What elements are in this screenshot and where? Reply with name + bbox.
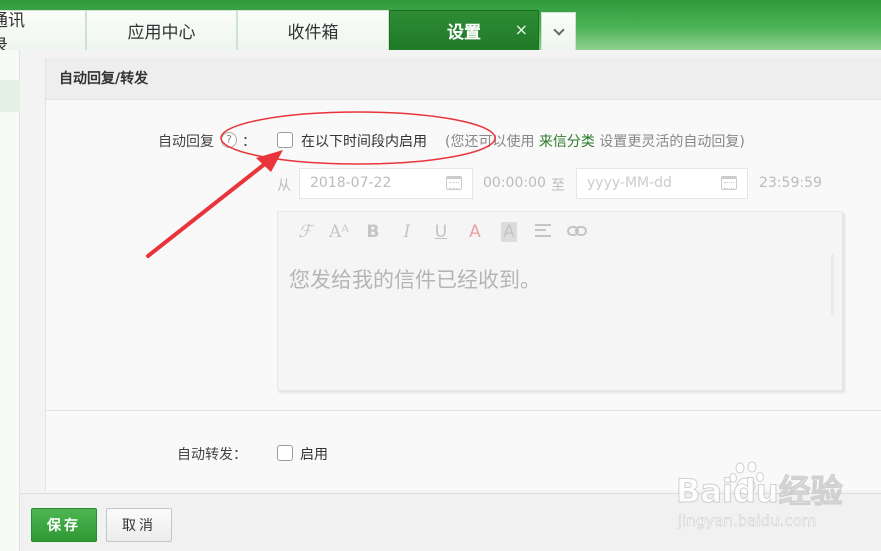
top-tab-bar: 通讯录 应用中心 收件箱 设置 × bbox=[0, 0, 881, 56]
tab-contacts[interactable]: 通讯录 bbox=[0, 10, 86, 56]
align-lines-glyph bbox=[535, 224, 551, 237]
auto-reply-hint: (您还可以使用 来信分类 设置更灵活的自动回复) bbox=[445, 131, 745, 151]
tab-more-dropdown[interactable] bbox=[541, 12, 576, 50]
background-color-icon[interactable]: A bbox=[492, 222, 526, 242]
sidebar-edge bbox=[0, 50, 20, 551]
watermark: Baidu经验 jingyan.baidu.com bbox=[676, 460, 876, 540]
watermark-url: jingyan.baidu.com bbox=[678, 512, 817, 531]
close-icon[interactable]: × bbox=[515, 20, 528, 39]
cancel-button[interactable]: 取消 bbox=[106, 508, 172, 542]
link-icon[interactable] bbox=[560, 222, 594, 242]
end-date-placeholder: yyyy-MM-dd bbox=[587, 175, 672, 191]
editor-toolbar: ℱ Aᴬ B I U A A bbox=[288, 220, 594, 244]
background-color-glyph: A bbox=[501, 222, 517, 242]
auto-forward-enable-label[interactable]: 启用 bbox=[300, 444, 328, 464]
editor-content[interactable]: 您发给我的信件已经收到。 bbox=[289, 264, 541, 294]
bold-icon[interactable]: B bbox=[356, 222, 390, 242]
tab-inbox-label: 收件箱 bbox=[287, 23, 339, 43]
auto-reply-checkbox[interactable] bbox=[277, 132, 293, 148]
end-date-input[interactable]: yyyy-MM-dd bbox=[576, 168, 748, 199]
tab-apps[interactable]: 应用中心 bbox=[86, 10, 237, 50]
font-color-icon[interactable]: A bbox=[458, 222, 492, 242]
save-button[interactable]: 保存 bbox=[31, 508, 97, 542]
end-time: 23:59:59 bbox=[759, 175, 822, 191]
start-time: 00:00:00 bbox=[483, 175, 546, 191]
help-icon[interactable]: ? bbox=[221, 132, 237, 148]
section-divider bbox=[46, 410, 881, 411]
auto-forward-label: 自动转发： bbox=[177, 447, 247, 463]
tab-apps-label: 应用中心 bbox=[127, 23, 196, 43]
hint-prefix: (您还可以使用 bbox=[445, 134, 539, 150]
start-date-value: 2018-07-22 bbox=[310, 175, 392, 191]
auto-forward-checkbox[interactable] bbox=[277, 445, 293, 461]
hint-suffix: 设置更灵活的自动回复) bbox=[594, 134, 745, 150]
mail-rules-link[interactable]: 来信分类 bbox=[539, 134, 595, 150]
tab-contacts-label: 通讯录 bbox=[0, 10, 25, 56]
watermark-logo: Baidu经验 bbox=[676, 472, 844, 511]
panel-title: 自动回复/转发 bbox=[46, 58, 881, 100]
chevron-down-icon bbox=[552, 23, 565, 36]
tab-settings-label: 设置 bbox=[447, 23, 481, 43]
auto-reply-enable-label[interactable]: 在以下时间段内启用 bbox=[301, 131, 427, 151]
sidebar-item-active[interactable] bbox=[0, 80, 20, 112]
italic-icon[interactable]: I bbox=[390, 222, 424, 242]
reply-editor[interactable]: ℱ Aᴬ B I U A A 您发给我的信件已经收到。 bbox=[277, 211, 843, 391]
calendar-icon[interactable] bbox=[721, 176, 737, 190]
tab-settings[interactable]: 设置 × bbox=[389, 10, 539, 50]
auto-reply-colon: ： bbox=[242, 134, 256, 150]
link-glyph bbox=[567, 226, 587, 236]
align-icon[interactable] bbox=[526, 222, 560, 242]
font-size-icon[interactable]: Aᴬ bbox=[322, 222, 356, 242]
calendar-icon[interactable] bbox=[446, 176, 462, 190]
to-label: 至 bbox=[551, 178, 565, 194]
start-date-input[interactable]: 2018-07-22 bbox=[299, 168, 473, 199]
font-family-icon[interactable]: ℱ bbox=[288, 222, 322, 242]
auto-reply-label: 自动回复 bbox=[158, 134, 214, 150]
underline-icon[interactable]: U bbox=[424, 222, 458, 242]
tab-inbox[interactable]: 收件箱 bbox=[237, 10, 389, 50]
editor-scrollbar[interactable] bbox=[831, 254, 834, 316]
from-label: 从 bbox=[277, 178, 291, 194]
